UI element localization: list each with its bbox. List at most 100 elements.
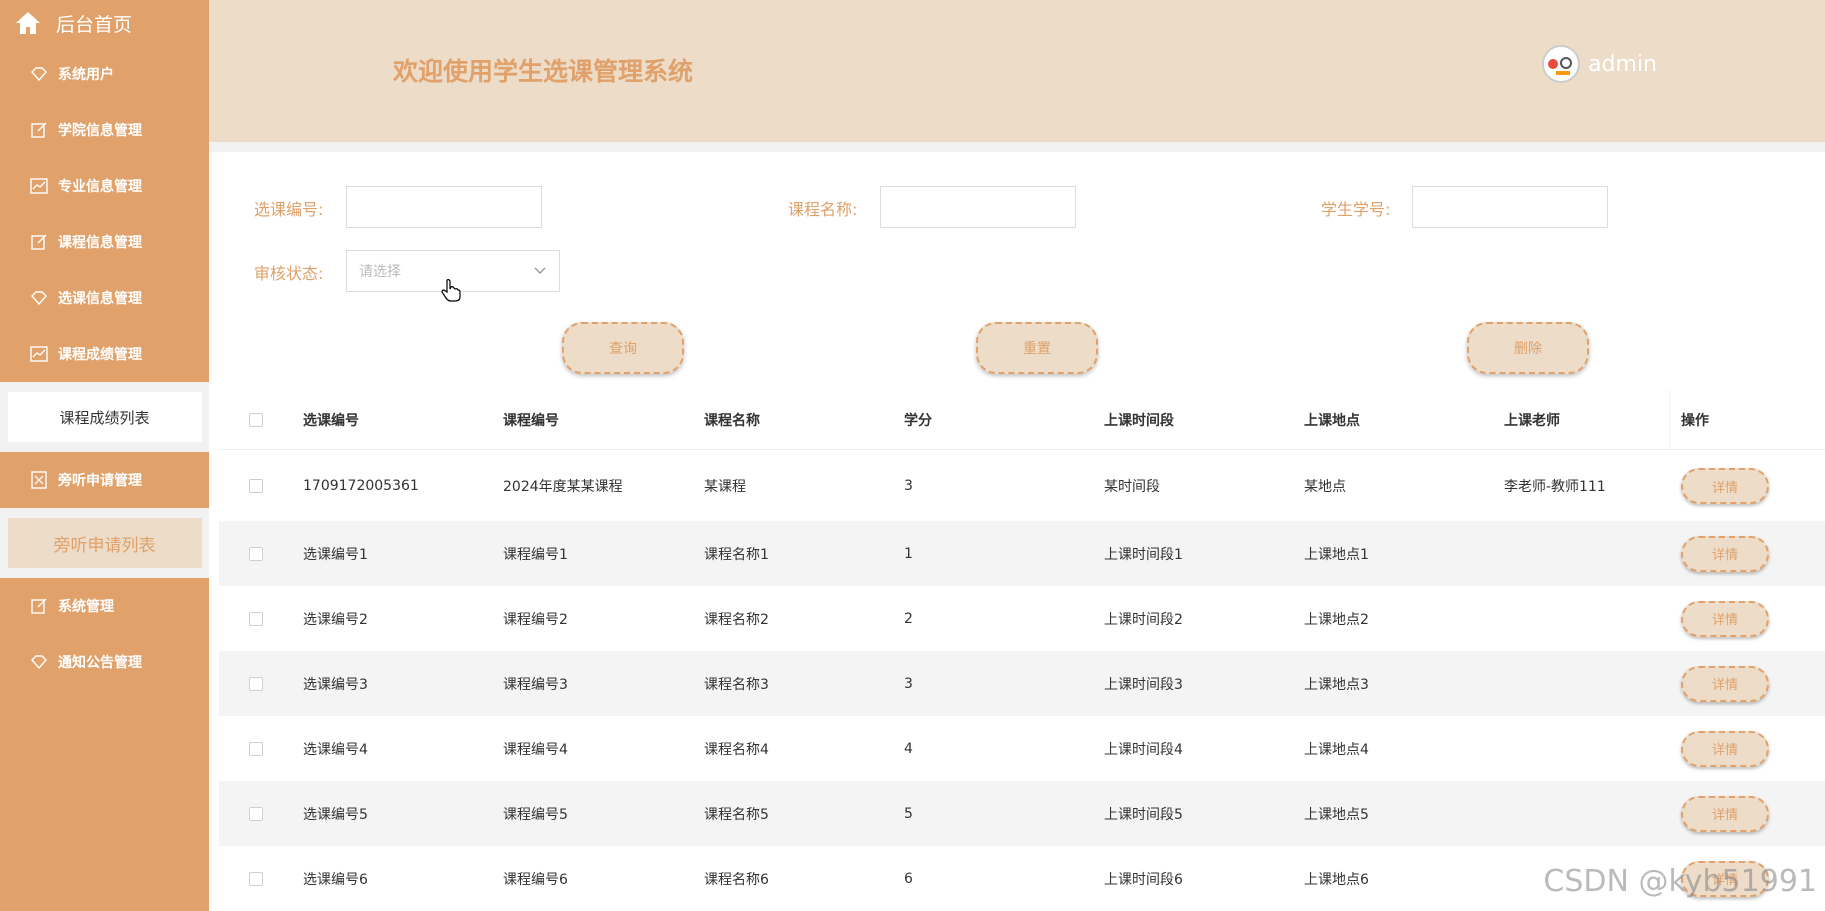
cell: 上课地点2	[1304, 611, 1369, 628]
sidebar-subitem-audit-list[interactable]: 旁听申请列表	[7, 518, 202, 568]
audit-icon	[30, 471, 48, 489]
table-row: 选课编号4 课程编号4 课程名称4 4 上课时间段4 上课地点4 详情	[219, 716, 1825, 781]
cell: 上课时间段1	[1104, 546, 1183, 563]
cell: 2	[904, 610, 913, 627]
row-checkbox[interactable]	[249, 611, 263, 626]
cell: 上课时间段6	[1104, 871, 1183, 888]
detail-button[interactable]: 详情	[1681, 600, 1769, 637]
sidebar-item-label: 选课信息管理	[58, 291, 142, 307]
sidebar-item-selection[interactable]: 选课信息管理	[0, 270, 209, 326]
submenu-audit: 旁听申请列表	[0, 508, 209, 578]
col-location: 上课地点	[1304, 412, 1360, 429]
cell: 2024年度某某课程	[503, 479, 623, 495]
cell: 上课地点3	[1304, 676, 1369, 693]
cell: 课程名称4	[704, 741, 769, 758]
course-name-input[interactable]	[880, 186, 1076, 228]
col-course-no: 课程编号	[503, 412, 559, 429]
row-checkbox[interactable]	[249, 806, 263, 821]
sidebar-item-system[interactable]: 系统管理	[0, 578, 209, 634]
cell: 选课编号6	[303, 871, 368, 888]
reset-button[interactable]: 重置	[976, 322, 1098, 374]
sidebar-item-audit[interactable]: 旁听申请管理	[0, 452, 209, 508]
cell: 选课编号3	[303, 676, 368, 693]
table-row: 选课编号2 课程编号2 课程名称2 2 上课时间段2 上课地点2 详情	[219, 586, 1825, 651]
cell: 课程名称1	[704, 546, 769, 563]
chevron-down-icon	[534, 267, 546, 274]
cell: 课程编号5	[503, 806, 568, 823]
cell: 上课地点4	[1304, 741, 1369, 758]
diamond-icon	[30, 65, 48, 83]
detail-button[interactable]: 详情	[1681, 468, 1769, 504]
page-title: 欢迎使用学生选课管理系统	[393, 57, 694, 86]
cell: 上课地点1	[1304, 546, 1369, 563]
select-all-checkbox[interactable]	[249, 413, 263, 427]
select-no-input[interactable]	[346, 186, 542, 228]
sidebar-item-label: 旁听申请管理	[58, 473, 142, 489]
sidebar-item-course[interactable]: 课程信息管理	[0, 214, 209, 270]
cell: 课程编号2	[503, 611, 568, 628]
col-time: 上课时间段	[1104, 412, 1174, 429]
cell: 选课编号1	[303, 546, 368, 563]
label-audit-status: 审核状态:	[254, 264, 324, 283]
submenu-grades: 课程成绩列表	[0, 382, 209, 452]
sidebar-subitem-grade-list[interactable]: 课程成绩列表	[7, 392, 202, 442]
cell: 上课时间段3	[1104, 676, 1183, 693]
table-row: 选课编号1 课程编号1 课程名称1 1 上课时间段1 上课地点1 详情	[219, 521, 1825, 586]
sidebar-item-label: 课程信息管理	[58, 235, 142, 251]
col-course-name: 课程名称	[704, 412, 760, 429]
cell: 选课编号5	[303, 806, 368, 823]
col-action: 操作	[1681, 412, 1709, 429]
avatar	[1542, 45, 1581, 83]
label-course-name: 课程名称:	[788, 200, 858, 219]
audit-status-placeholder: 请选择	[359, 264, 401, 280]
sidebar-item-college[interactable]: 学院信息管理	[0, 102, 209, 158]
cell: 1709172005361	[303, 478, 419, 494]
sidebar-home[interactable]: 后台首页	[0, 0, 209, 46]
sidebar-item-grades[interactable]: 课程成绩管理	[0, 326, 209, 382]
row-checkbox[interactable]	[249, 546, 263, 561]
sidebar-item-system-users[interactable]: 系统用户	[0, 46, 209, 102]
cell: 上课地点5	[1304, 806, 1369, 823]
cell: 5	[904, 805, 913, 822]
sidebar: 后台首页 系统用户 学院信息管理 专业信息管理 课程信息管理 选课信息管理 课程…	[0, 0, 209, 911]
header-gap	[209, 142, 1825, 152]
row-checkbox[interactable]	[249, 479, 263, 493]
cell: 某地点	[1304, 479, 1346, 495]
student-no-input[interactable]	[1412, 186, 1608, 228]
row-checkbox[interactable]	[249, 871, 263, 886]
cell: 课程名称3	[704, 676, 769, 693]
col-teacher: 上课老师	[1504, 412, 1560, 429]
edit-icon	[30, 597, 48, 615]
row-checkbox[interactable]	[249, 741, 263, 756]
table-row: 选课编号5 课程编号5 课程名称5 5 上课时间段5 上课地点5 详情	[219, 781, 1825, 846]
sidebar-item-label: 系统管理	[58, 599, 114, 615]
cell: 选课编号2	[303, 611, 368, 628]
row-checkbox[interactable]	[249, 676, 263, 691]
query-button[interactable]: 查询	[562, 322, 684, 374]
cell: 上课时间段5	[1104, 806, 1183, 823]
chart-icon	[30, 345, 48, 363]
cell: 上课地点6	[1304, 871, 1369, 888]
cell: 1	[904, 545, 913, 562]
cell: 课程名称5	[704, 806, 769, 823]
header: 欢迎使用学生选课管理系统 admin	[209, 0, 1825, 142]
user-menu[interactable]: admin	[1542, 45, 1657, 83]
sidebar-item-label: 系统用户	[58, 67, 114, 83]
edit-icon	[30, 233, 48, 251]
cell: 选课编号4	[303, 741, 368, 758]
detail-button[interactable]: 详情	[1681, 795, 1769, 832]
main-content: 选课编号: 课程名称: 学生学号: 审核状态: 请选择 查询 重置 删除 选课编…	[219, 152, 1825, 911]
sidebar-item-major[interactable]: 专业信息管理	[0, 158, 209, 214]
detail-button[interactable]: 详情	[1681, 730, 1769, 767]
delete-button[interactable]: 删除	[1467, 322, 1589, 374]
detail-button[interactable]: 详情	[1681, 535, 1769, 572]
sidebar-item-label: 专业信息管理	[58, 179, 142, 195]
diamond-icon	[30, 289, 48, 307]
detail-button[interactable]: 详情	[1681, 665, 1769, 702]
hand-cursor-icon	[441, 279, 461, 302]
col-select-no: 选课编号	[303, 412, 359, 429]
cell: 3	[904, 478, 913, 494]
sidebar-item-label: 学院信息管理	[58, 123, 142, 139]
sidebar-item-notice[interactable]: 通知公告管理	[0, 634, 209, 690]
edit-icon	[30, 121, 48, 139]
